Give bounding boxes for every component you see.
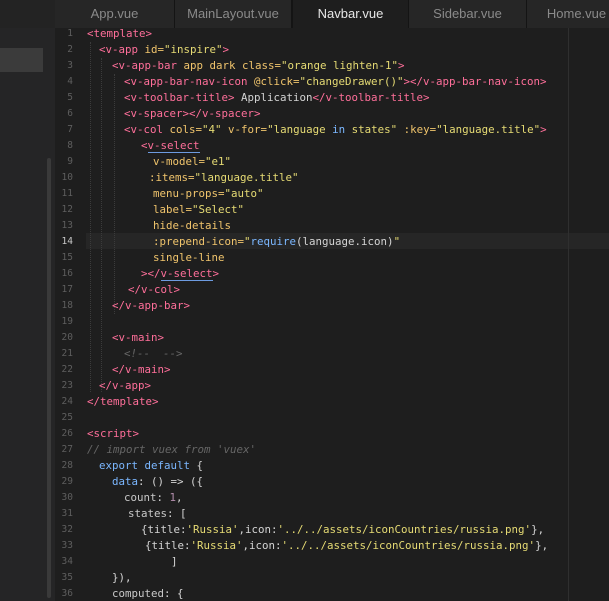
line-number: 26 bbox=[61, 428, 73, 439]
code-line-9: v-model="e1" bbox=[153, 155, 232, 168]
code-line-36: computed: { bbox=[112, 587, 184, 600]
code-line-23: </v-app> bbox=[99, 379, 152, 392]
editor-tab-bar: App.vue MainLayout.vue Navbar.vue Sideba… bbox=[0, 0, 609, 29]
code-line-14: :prepend-icon="require(language.icon)" bbox=[153, 235, 401, 248]
line-number: 20 bbox=[61, 332, 73, 343]
line-number: 13 bbox=[61, 220, 73, 231]
code-line-22: </v-main> bbox=[112, 363, 171, 376]
code-line-31: states: [ bbox=[128, 507, 187, 520]
line-number: 27 bbox=[61, 444, 73, 455]
line-number: 6 bbox=[67, 108, 73, 119]
line-number: 15 bbox=[61, 252, 73, 263]
line-number: 1 bbox=[67, 28, 73, 39]
file-tree-selected-item[interactable] bbox=[0, 48, 43, 72]
code-line-21: <!-- --> bbox=[124, 347, 183, 360]
tab-app-vue[interactable]: App.vue bbox=[55, 0, 175, 28]
tab-sidebar-vue[interactable]: Sidebar.vue bbox=[409, 0, 527, 28]
line-number: 34 bbox=[61, 556, 73, 567]
code-line-3: <v-app-bar app dark class="orange lighte… bbox=[112, 59, 405, 72]
code-line-16: ></v-select> bbox=[141, 267, 220, 281]
line-number: 2 bbox=[67, 44, 73, 55]
line-number: 17 bbox=[61, 284, 73, 295]
code-line-6: <v-spacer></v-spacer> bbox=[124, 107, 261, 120]
tab-label: Sidebar.vue bbox=[433, 6, 502, 21]
line-number: 10 bbox=[61, 172, 73, 183]
line-number: 7 bbox=[67, 124, 73, 135]
file-tree-scrollbar[interactable] bbox=[47, 158, 51, 598]
line-number: 30 bbox=[61, 492, 73, 503]
code-line-11: menu-props="auto" bbox=[153, 187, 264, 200]
line-number: 9 bbox=[67, 156, 73, 167]
line-number: 36 bbox=[61, 588, 73, 599]
code-line-29: data: () => ({ bbox=[112, 475, 204, 488]
tab-mainlayout-vue[interactable]: MainLayout.vue bbox=[175, 0, 292, 28]
code-line-24: </template> bbox=[87, 395, 159, 408]
line-number: 21 bbox=[61, 348, 73, 359]
line-number: 33 bbox=[61, 540, 73, 551]
code-line-20: <v-main> bbox=[112, 331, 165, 344]
tab-label: Home.vue bbox=[546, 6, 607, 21]
code-line-27: // import vuex from 'vuex' bbox=[87, 443, 257, 456]
code-line-35: }), bbox=[112, 571, 132, 584]
indent-guide bbox=[114, 74, 116, 314]
line-number: 35 bbox=[61, 572, 73, 583]
tab-label: Navbar.vue bbox=[317, 6, 384, 21]
line-number: 3 bbox=[67, 60, 73, 71]
code-line-26: <script> bbox=[87, 427, 140, 440]
code-line-12: label="Select" bbox=[153, 203, 245, 216]
code-line-15: single-line bbox=[153, 251, 225, 264]
code-line-34: ] bbox=[171, 555, 178, 568]
line-number: 32 bbox=[61, 524, 73, 535]
file-tree-panel bbox=[0, 28, 55, 601]
code-line-18: </v-app-bar> bbox=[112, 299, 191, 312]
line-number: 23 bbox=[61, 380, 73, 391]
line-number: 25 bbox=[61, 412, 73, 423]
tab-navbar-vue[interactable]: Navbar.vue bbox=[292, 0, 409, 29]
code-editor[interactable]: 1 2 3 4 5 6 7 8 9 10 11 12 13 14 15 16 1… bbox=[55, 28, 609, 601]
code-line-5: <v-toolbar-title> Application</v-toolbar… bbox=[124, 91, 430, 104]
code-line-2: <v-app id="inspire"> bbox=[99, 43, 230, 56]
code-line-33: {title:'Russia',icon:'../../assets/iconC… bbox=[145, 539, 549, 552]
indent-guide bbox=[90, 42, 92, 392]
line-number: 22 bbox=[61, 364, 73, 375]
code-line-10: :items="language.title" bbox=[149, 171, 299, 184]
line-number: 8 bbox=[67, 140, 73, 151]
code-line-1: <template> bbox=[87, 28, 153, 40]
code-line-7: <v-col cols="4" v-for="language in state… bbox=[124, 123, 547, 136]
line-number: 29 bbox=[61, 476, 73, 487]
code-line-32: {title:'Russia',icon:'../../assets/iconC… bbox=[141, 523, 545, 536]
line-number: 28 bbox=[61, 460, 73, 471]
code-line-28: export default { bbox=[99, 459, 204, 472]
code-line-8: <v-select bbox=[141, 139, 200, 153]
code-line-13: hide-details bbox=[153, 219, 232, 232]
indent-guide bbox=[101, 58, 103, 392]
code-line-17: </v-col> bbox=[128, 283, 181, 296]
line-number-current: 14 bbox=[61, 236, 73, 247]
tab-label: MainLayout.vue bbox=[187, 6, 279, 21]
line-number: 18 bbox=[61, 300, 73, 311]
line-number: 24 bbox=[61, 396, 73, 407]
line-number: 16 bbox=[61, 268, 73, 279]
line-number: 12 bbox=[61, 204, 73, 215]
wrap-guide bbox=[568, 28, 569, 601]
line-number: 4 bbox=[67, 76, 73, 87]
line-number: 19 bbox=[61, 316, 73, 327]
tab-home-vue[interactable]: Home.vue bbox=[527, 0, 609, 28]
line-number: 11 bbox=[61, 188, 73, 199]
code-line-30: count: 1, bbox=[124, 491, 183, 504]
line-number: 5 bbox=[67, 92, 73, 103]
line-number: 31 bbox=[61, 508, 73, 519]
tab-label: App.vue bbox=[90, 6, 139, 21]
code-line-4: <v-app-bar-nav-icon @click="changeDrawer… bbox=[124, 75, 547, 88]
